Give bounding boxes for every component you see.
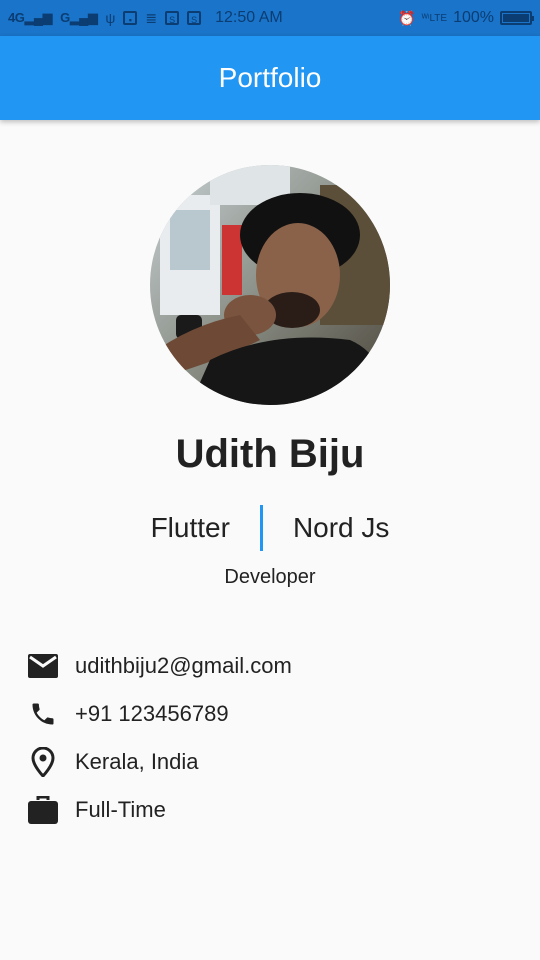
profile-name: Udith Biju [175,432,365,476]
app-notification-icon-2: S [187,11,202,25]
notification-icon: ▪ [123,11,138,25]
network-signal-1: 4G▂▄▆ [8,10,53,25]
briefcase-icon [28,795,58,825]
profile-role: Developer [224,566,316,588]
wifi-lte-icon: ᵂᶦLTE [421,12,448,24]
contact-email: udithbiju2@gmail.com [75,653,292,678]
email-icon [28,651,58,681]
skill-flutter: Flutter [150,512,230,543]
app-bar: Portfolio [0,36,540,120]
contact-job-row[interactable]: Full-Time [28,786,292,834]
contact-location-row[interactable]: Kerala, India [28,738,292,786]
profile-photo [150,165,390,405]
battery-icon [500,11,534,25]
battery-percent: 100% [453,9,494,26]
contact-phone-row[interactable]: +91 123456789 [28,690,292,738]
skill-nord-js: Nord Js [292,512,390,543]
contact-job-type: Full-Time [75,797,166,822]
status-time: 12:50 AM [215,9,283,26]
alarm-icon: ⏰ [398,9,416,26]
status-bar: 4G▂▄▆ G▂▄▆ ψ ▪ ≣ S S 12:50 AM ⏰ ᵂᶦLTE 10… [0,0,540,36]
skills-row: Flutter Nord Js [0,504,540,552]
contact-email-row[interactable]: udithbiju2@gmail.com [28,642,292,690]
storage-icon: ≣ [145,9,158,26]
usb-icon: ψ [105,10,116,26]
app-bar-title: Portfolio [218,62,322,93]
contact-list: udithbiju2@gmail.com +91 123456789 Keral… [28,642,292,834]
location-pin-icon [28,747,58,777]
contact-phone: +91 123456789 [75,701,229,726]
profile-avatar [150,165,390,405]
skills-divider [259,505,263,551]
contact-location: Kerala, India [75,749,199,774]
phone-icon [28,699,58,729]
app-notification-icon: S [165,11,180,25]
network-signal-2: G▂▄▆ [60,10,98,25]
